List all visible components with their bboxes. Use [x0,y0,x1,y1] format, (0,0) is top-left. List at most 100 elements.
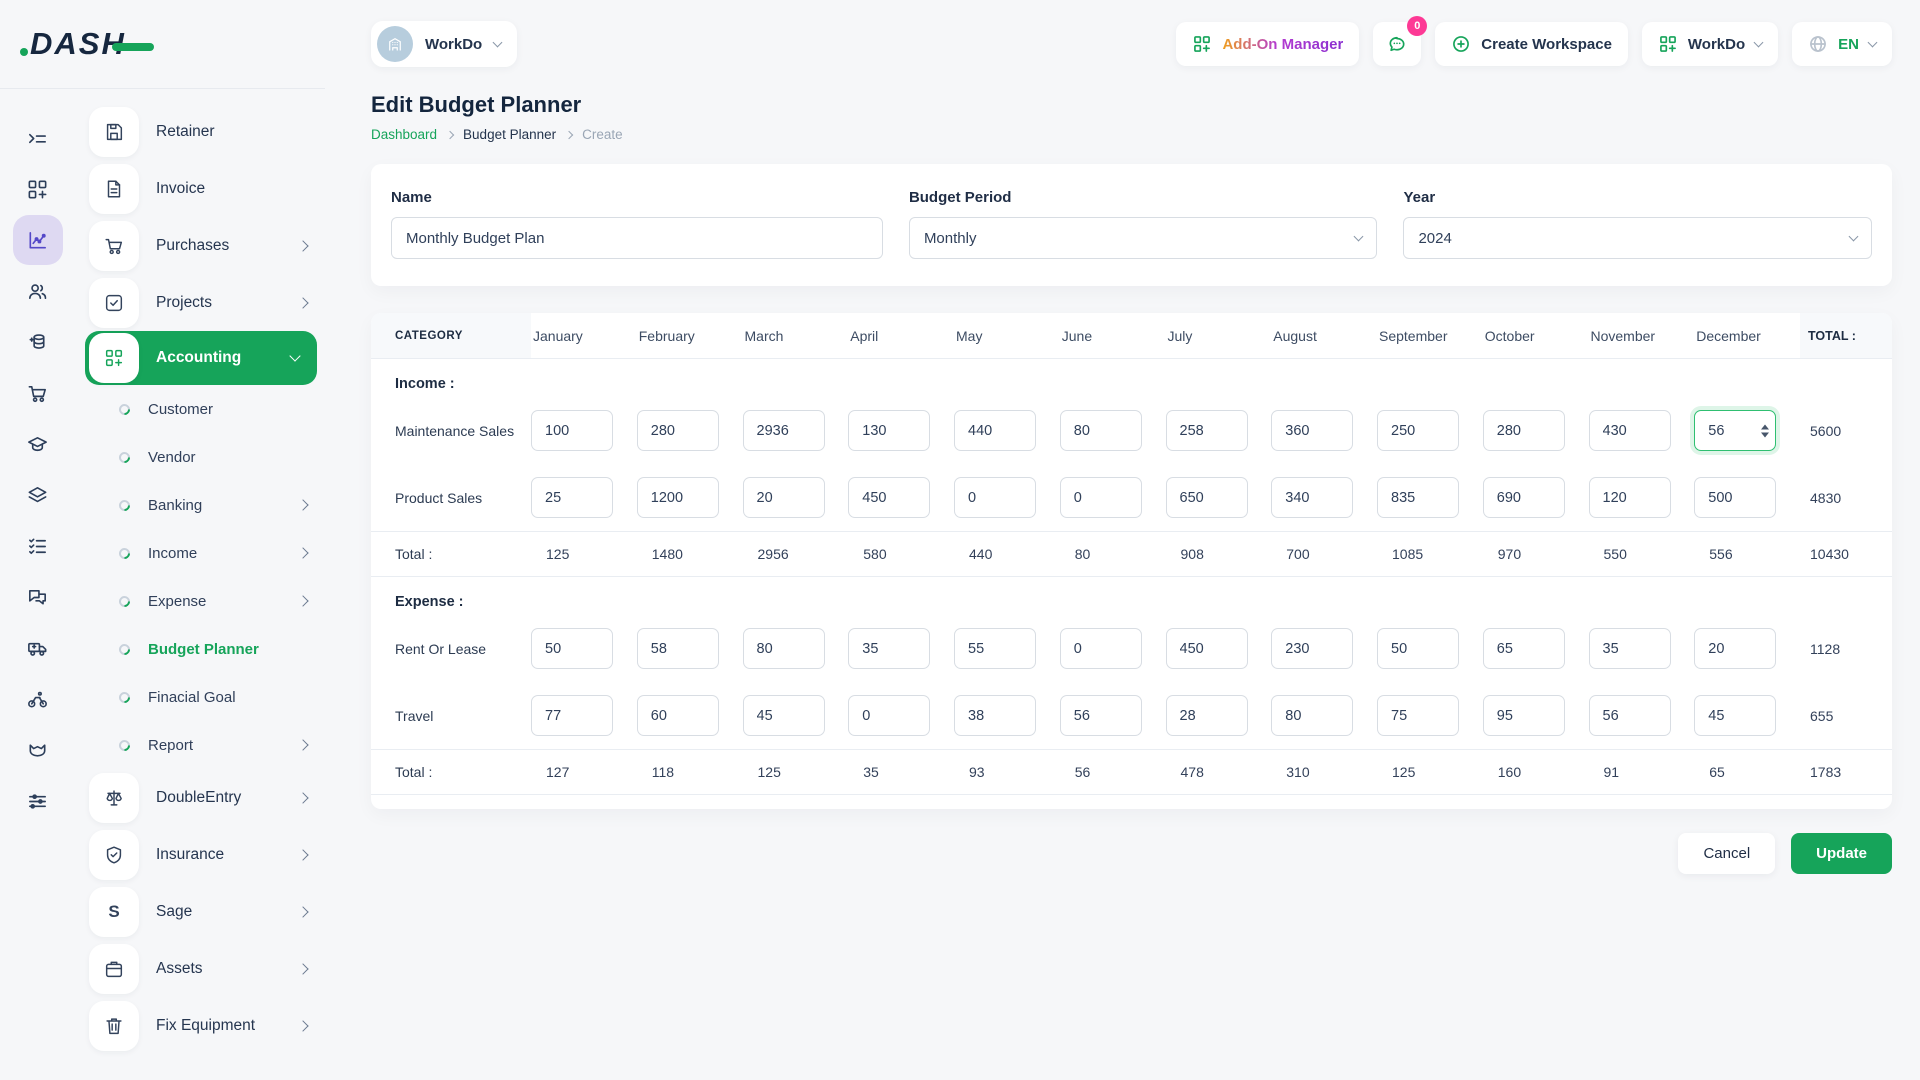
budget-value-input[interactable] [743,477,825,518]
budget-value-input[interactable] [531,628,613,669]
messages-button[interactable]: 0 [1373,22,1421,66]
number-spinner[interactable] [1761,424,1769,437]
budget-value-input[interactable] [954,628,1036,669]
truck-icon[interactable] [25,635,51,661]
bike-icon[interactable] [25,686,51,712]
budget-value-input[interactable] [1060,477,1142,518]
budget-value-input[interactable] [1166,695,1248,736]
workspace-selector[interactable]: WorkDo [371,21,517,67]
budget-value-input[interactable] [637,695,719,736]
budget-value-input[interactable] [1694,477,1776,518]
budget-value-input[interactable] [531,477,613,518]
sidebar-subitem-expense[interactable]: Expense [89,577,325,625]
grid-plus-icon[interactable] [25,176,51,202]
breadcrumb-budget-planner[interactable]: Budget Planner [463,127,556,142]
budget-period-select[interactable]: Monthly [909,217,1378,259]
sidebar-subitem-income[interactable]: Income [89,529,325,577]
budget-value-input[interactable] [954,695,1036,736]
coins-icon[interactable] [25,329,51,355]
budget-value-input[interactable] [1589,410,1671,451]
budget-value-input[interactable] [1694,628,1776,669]
budget-value-input[interactable] [1483,695,1565,736]
budget-value-input[interactable] [1060,410,1142,451]
sidebar-item-projects[interactable]: Projects [89,274,325,331]
budget-value-input[interactable] [1271,477,1353,518]
sidebar-item-invoice[interactable]: Invoice [89,160,325,217]
fox-icon[interactable] [25,737,51,763]
sidebar-item-purchases[interactable]: Purchases [89,217,325,274]
budget-value-input[interactable] [1060,695,1142,736]
budget-value-input[interactable] [1166,410,1248,451]
year-select[interactable]: 2024 [1403,217,1872,259]
budget-value-input[interactable] [531,695,613,736]
sidebar-subitem-customer[interactable]: Customer [89,385,325,433]
cart-icon[interactable] [25,380,51,406]
budget-value-input[interactable] [743,628,825,669]
budget-value-input[interactable] [1694,695,1776,736]
budget-value-input[interactable] [1589,628,1671,669]
sliders-icon[interactable] [25,788,51,814]
terminal-list-icon[interactable] [25,125,51,151]
name-input[interactable] [391,217,883,259]
budget-table-card: CATEGORYJanuaryFebruaryMarchAprilMayJune… [371,313,1892,809]
budget-value-input[interactable] [848,410,930,451]
budget-value-input[interactable] [637,477,719,518]
sidebar-item-sage[interactable]: S Sage [89,883,325,940]
sidebar-item-accounting[interactable]: Accounting [85,331,317,385]
budget-value-input[interactable] [954,410,1036,451]
sidebar-subitem-vendor[interactable]: Vendor [89,433,325,481]
budget-value-input[interactable] [1166,477,1248,518]
workdo-menu-button[interactable]: WorkDo [1642,22,1778,66]
sidebar-subitem-budget-planner[interactable]: Budget Planner [89,625,325,673]
budget-value-input[interactable] [848,628,930,669]
budget-value-input[interactable] [1377,695,1459,736]
create-workspace-button[interactable]: Create Workspace [1435,22,1628,66]
budget-value-input[interactable] [743,695,825,736]
update-button[interactable]: Update [1791,833,1892,874]
budget-value-input[interactable] [1589,477,1671,518]
sidebar-item-doubleentry[interactable]: DoubleEntry [89,769,325,826]
chat-icon[interactable] [25,584,51,610]
sidebar-item-label: Accounting [156,349,291,367]
budget-value-input[interactable] [1377,410,1459,451]
month-header: December [1694,328,1800,344]
sidebar-subitem-finacial-goal[interactable]: Finacial Goal [89,673,325,721]
addon-manager-button[interactable]: Add-On Manager [1176,22,1359,66]
layers-icon[interactable] [25,482,51,508]
budget-value-input[interactable] [531,410,613,451]
budget-value-input[interactable] [1271,410,1353,451]
chevron-right-icon [297,547,308,558]
budget-value-input[interactable] [1271,695,1353,736]
dash-logo[interactable]: DASH [30,26,154,62]
budget-value-input[interactable] [1483,477,1565,518]
budget-value-input[interactable] [1271,628,1353,669]
sidebar-item-fix-equipment[interactable]: Fix Equipment [89,997,325,1054]
budget-value-input[interactable] [954,477,1036,518]
budget-value-input[interactable] [848,695,930,736]
sidebar-subitem-report[interactable]: Report [89,721,325,769]
sidebar-item-assets[interactable]: Assets [89,940,325,997]
chevron-right-icon [297,240,308,251]
budget-value-input[interactable] [848,477,930,518]
sidebar-subitem-banking[interactable]: Banking [89,481,325,529]
budget-value-input[interactable] [1483,628,1565,669]
breadcrumb-dashboard[interactable]: Dashboard [371,127,437,142]
budget-value-input[interactable] [1483,410,1565,451]
budget-value-input[interactable] [1377,628,1459,669]
graduation-cap-icon[interactable] [25,431,51,457]
analytics-chart-icon[interactable] [13,215,63,265]
chevron-right-icon [297,906,308,917]
budget-value-input[interactable] [637,410,719,451]
budget-value-input[interactable] [1060,628,1142,669]
users-icon[interactable] [25,278,51,304]
language-button[interactable]: EN [1792,22,1892,66]
budget-value-input[interactable] [637,628,719,669]
sidebar-item-insurance[interactable]: Insurance [89,826,325,883]
task-list-icon[interactable] [25,533,51,559]
sidebar-item-retainer[interactable]: Retainer [89,103,325,160]
budget-value-input[interactable] [1377,477,1459,518]
budget-value-input[interactable] [1589,695,1671,736]
budget-value-input[interactable] [743,410,825,451]
cancel-button[interactable]: Cancel [1678,833,1775,874]
budget-value-input[interactable] [1166,628,1248,669]
